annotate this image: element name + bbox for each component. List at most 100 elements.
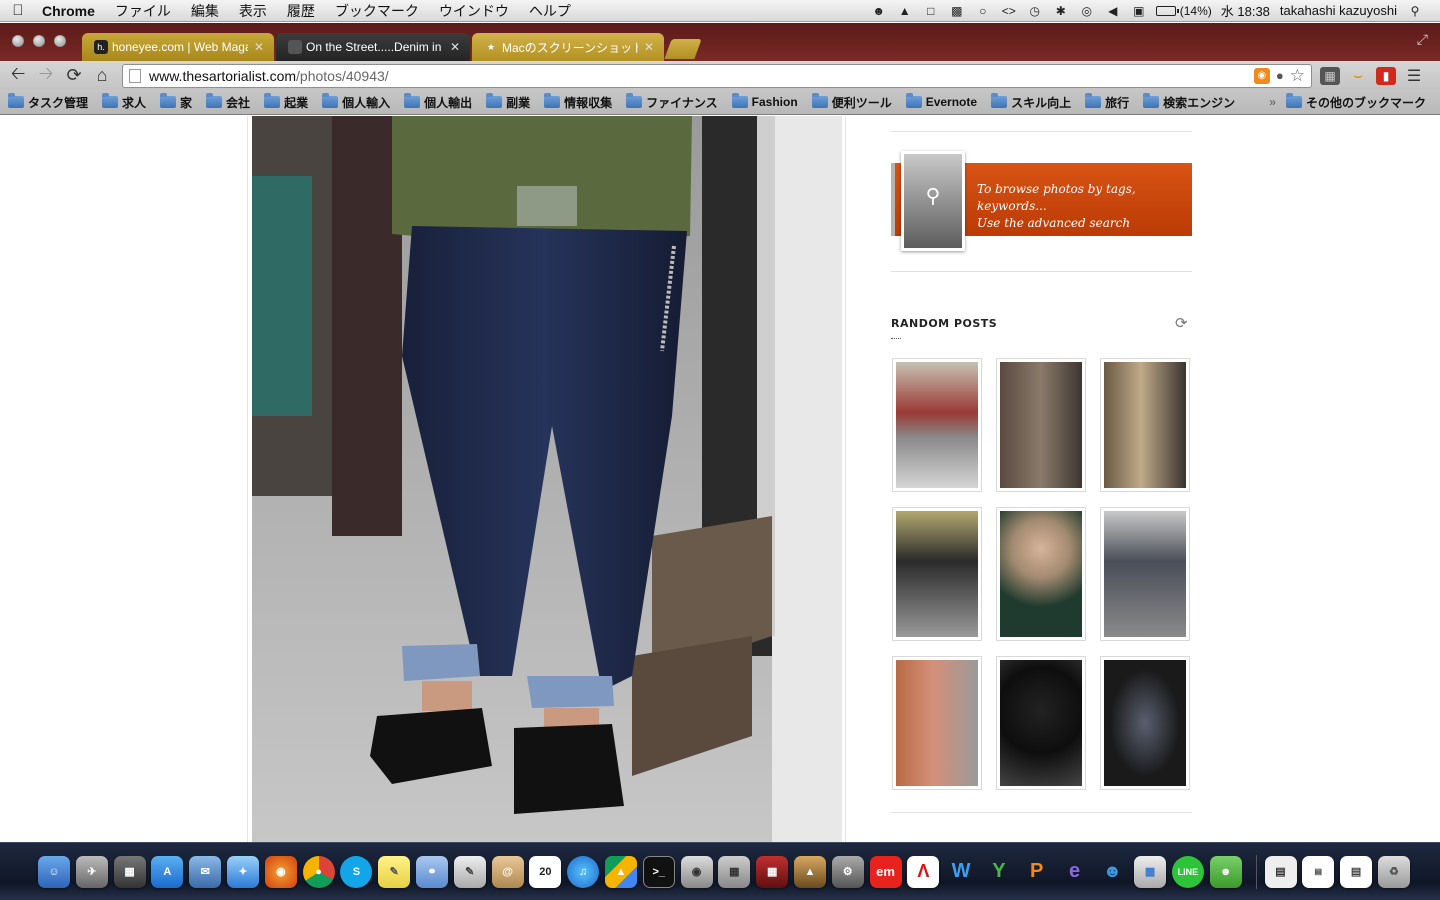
trash-icon[interactable]: ♻ xyxy=(1377,855,1410,888)
numbers-app-icon[interactable]: ▩ xyxy=(1134,855,1167,888)
bookmark-folder[interactable]: 家 xyxy=(160,93,192,111)
random-post-thumbnail[interactable] xyxy=(892,358,982,492)
terminal-status-icon[interactable]: ▩ xyxy=(946,3,968,19)
bookmark-folder[interactable]: 情報収集 xyxy=(544,93,612,111)
random-post-thumbnail[interactable] xyxy=(996,358,1086,492)
document-stack-icon[interactable]: ▤ xyxy=(1264,855,1297,888)
calculator-icon[interactable]: ▦ xyxy=(718,855,751,888)
evernote-icon[interactable]: ☻ xyxy=(1209,855,1242,888)
evernote-status-icon[interactable]: ☻ xyxy=(868,3,890,19)
app-store-icon[interactable]: A xyxy=(151,855,184,888)
bookmark-folder[interactable]: 検索エンジン xyxy=(1143,93,1235,111)
downloads-stack-icon[interactable]: ▤ xyxy=(1340,855,1373,888)
menu-window[interactable]: ウインドウ xyxy=(429,1,519,21)
apple-menu-icon[interactable]:  xyxy=(0,2,36,19)
photo-booth-icon[interactable]: ▦ xyxy=(756,855,789,888)
tab-honeyee[interactable]: h. honeyee.com | Web Magaz ✕ xyxy=(82,33,274,61)
google-drive-icon[interactable]: ▲ xyxy=(604,855,637,888)
iphoto-icon[interactable]: ▲ xyxy=(793,855,826,888)
main-photo[interactable] xyxy=(252,116,842,842)
menu-help[interactable]: ヘルプ xyxy=(519,1,581,21)
messenger-icon[interactable]: ☻ xyxy=(1096,856,1128,888)
random-post-thumbnail[interactable] xyxy=(1100,358,1190,492)
bookmark-folder[interactable]: 便利ツール xyxy=(811,93,892,111)
safari-icon[interactable]: ✦ xyxy=(226,855,259,888)
stickies-icon[interactable]: ✎ xyxy=(378,855,411,888)
menubar-clock[interactable]: 水 18:38 xyxy=(1216,1,1275,20)
bookmark-folder[interactable]: Fashion xyxy=(731,93,798,109)
menu-edit[interactable]: 編集 xyxy=(181,1,229,21)
menubar-user[interactable]: takahashi kazuyoshi xyxy=(1275,3,1402,18)
itunes-icon[interactable]: ♫ xyxy=(567,855,600,888)
random-post-thumbnail[interactable] xyxy=(1100,656,1190,790)
bookmark-folder[interactable]: 個人輸入 xyxy=(322,93,390,111)
menu-view[interactable]: 表示 xyxy=(229,1,277,21)
code-status-icon[interactable]: <> xyxy=(998,3,1020,19)
chat-status-icon[interactable]: ○ xyxy=(972,3,994,19)
close-tab-icon[interactable]: ✕ xyxy=(644,40,654,54)
random-post-thumbnail[interactable] xyxy=(892,507,982,641)
menu-bookmarks[interactable]: ブックマーク xyxy=(325,1,429,21)
bookmark-folder[interactable]: 旅行 xyxy=(1085,93,1129,111)
contacts-icon[interactable]: @ xyxy=(491,855,524,888)
bookmark-folder[interactable]: Evernote xyxy=(905,93,977,109)
random-post-thumbnail[interactable] xyxy=(892,656,982,790)
lightbulb-icon[interactable]: ● xyxy=(1276,68,1284,83)
spotlight-search-icon[interactable]: ⚲ xyxy=(1404,3,1426,19)
system-preferences-icon[interactable]: ⚙ xyxy=(831,855,864,888)
bluetooth-icon[interactable]: ✱ xyxy=(1050,3,1072,19)
refresh-icon[interactable]: ⟳ xyxy=(1175,314,1188,332)
firefox-icon[interactable]: ◉ xyxy=(264,855,297,888)
chrome-menu-icon[interactable]: ☰ xyxy=(1404,67,1424,85)
line-app-icon[interactable]: LINE xyxy=(1171,855,1204,888)
terminal-icon[interactable]: >_ xyxy=(642,855,675,888)
bookmark-folder[interactable]: 起業 xyxy=(264,93,308,111)
network-icon[interactable]: ⚭ xyxy=(415,855,448,888)
textedit-icon[interactable]: ✎ xyxy=(453,855,486,888)
tree-app-icon[interactable]: Y xyxy=(983,856,1015,888)
amazon-extension-icon[interactable]: ⌣ xyxy=(1348,67,1368,85)
home-icon[interactable]: ⌂ xyxy=(88,64,116,88)
fullscreen-icon[interactable]: ⤢ xyxy=(1417,31,1428,48)
launchpad-icon[interactable]: ✈ xyxy=(75,855,108,888)
acrobat-icon[interactable]: Λ xyxy=(907,855,940,888)
advanced-search-banner[interactable]: ⚲ To browse photos by tags, keywords... … xyxy=(891,151,1192,251)
bookmark-extension-icon[interactable]: ▮ xyxy=(1376,66,1396,85)
close-tab-icon[interactable]: ✕ xyxy=(450,40,460,54)
calendar-icon[interactable]: 20 xyxy=(529,855,562,888)
google-drive-status-icon[interactable]: ▲ xyxy=(894,3,916,19)
zoom-window-button[interactable] xyxy=(54,35,66,47)
close-window-button[interactable] xyxy=(12,35,24,47)
tab-sartorialist[interactable]: On the Street.....Denim in ✕ xyxy=(276,33,470,61)
bookmark-folder[interactable]: 会社 xyxy=(206,93,250,111)
bookmark-folder[interactable]: 個人輸出 xyxy=(404,93,472,111)
bookmark-folder[interactable]: 求人 xyxy=(102,93,146,111)
script-status-icon[interactable]: □ xyxy=(920,3,942,19)
search-banner-line2[interactable]: Use the advanced search xyxy=(977,215,1192,232)
minimize-window-button[interactable] xyxy=(33,35,45,47)
bookmark-folder[interactable]: スキル向上 xyxy=(991,93,1071,111)
menu-history[interactable]: 履歴 xyxy=(277,1,325,21)
new-tab-button[interactable] xyxy=(664,39,702,59)
menu-file[interactable]: ファイル xyxy=(105,1,181,21)
em-app-icon[interactable]: em xyxy=(869,855,902,888)
other-bookmarks-folder[interactable]: その他のブックマーク xyxy=(1285,93,1426,111)
time-machine-icon[interactable]: ◷ xyxy=(1024,3,1046,19)
edge-like-app-icon[interactable]: e xyxy=(1059,856,1091,888)
docx-file-icon[interactable]: ▤ xyxy=(1302,855,1335,888)
random-post-thumbnail[interactable] xyxy=(1100,507,1190,641)
close-tab-icon[interactable]: ✕ xyxy=(254,40,264,54)
pages-app-icon[interactable]: P xyxy=(1021,856,1053,888)
bookmark-folder[interactable]: 副業 xyxy=(486,93,530,111)
rss-icon[interactable]: ◉ xyxy=(1253,67,1270,84)
finder-icon[interactable]: ☺ xyxy=(38,855,70,888)
skype-icon[interactable]: S xyxy=(340,855,373,888)
back-icon[interactable]: 🡠 xyxy=(4,63,32,88)
forward-icon[interactable]: 🡢 xyxy=(32,63,60,88)
tab-mac-screenshot[interactable]: ★ Macのスクリーンショット撮 ✕ xyxy=(472,33,664,61)
random-post-thumbnail[interactable] xyxy=(996,656,1086,790)
wifi-icon[interactable]: ◎ xyxy=(1076,3,1098,19)
bookmark-folder[interactable]: ファイナンス xyxy=(626,93,718,111)
wunderlist-icon[interactable]: W xyxy=(945,856,977,888)
address-bar[interactable]: www.thesartorialist.com /photos/40943/ ◉… xyxy=(122,63,1312,88)
